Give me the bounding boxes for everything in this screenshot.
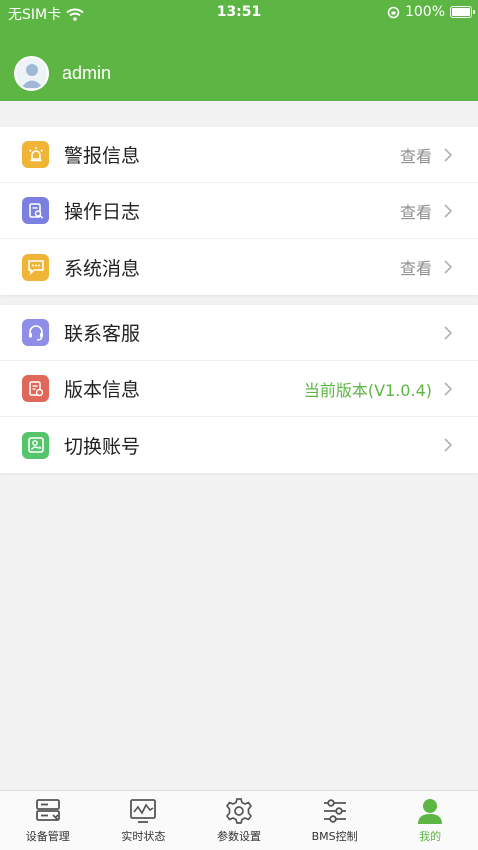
- sliders-icon: [320, 797, 350, 825]
- chevron-right-icon: [444, 382, 452, 396]
- menu-item-label: 切换账号: [64, 435, 141, 458]
- tab-mine[interactable]: 我的: [382, 791, 478, 850]
- menu-item-label: 版本信息: [64, 379, 141, 401]
- log-search-icon: [22, 197, 49, 224]
- headset-icon: [22, 319, 49, 346]
- gear-icon: [224, 797, 254, 825]
- menu-item-value: 查看: [399, 147, 432, 166]
- menu-item-version-info[interactable]: 版本信息 当前版本(V1.0.4): [0, 361, 478, 417]
- bottom-tab-bar: 设备管理 实时状态 参数设置 BMS控制 我的: [0, 790, 478, 850]
- menu-item-alarm-info[interactable]: 警报信息 查看: [0, 127, 478, 183]
- version-icon: [22, 375, 49, 402]
- user-icon: [415, 797, 445, 825]
- tab-label: 我的: [419, 830, 442, 843]
- menu-group-account: 联系客服 版本信息 当前版本(V1.0.4) 切换账号: [0, 305, 478, 473]
- menu-item-value: 查看: [399, 203, 432, 222]
- chevron-right-icon: [444, 326, 452, 340]
- menu-item-label: 操作日志: [64, 201, 141, 223]
- realtime-chart-icon: [128, 797, 158, 825]
- menu-item-label: 联系客服: [64, 323, 141, 345]
- chevron-right-icon: [444, 204, 452, 218]
- switch-user-icon: [22, 431, 49, 459]
- menu-item-label: 系统消息: [64, 257, 141, 280]
- tab-label: 参数设置: [216, 830, 261, 843]
- alarm-light-icon: [22, 141, 49, 168]
- menu-item-contact-support[interactable]: 联系客服: [0, 305, 478, 361]
- tab-parameter-settings[interactable]: 参数设置: [191, 791, 287, 850]
- menu-item-operation-log[interactable]: 操作日志 查看: [0, 183, 478, 239]
- version-value: 当前版本(V1.0.4): [303, 381, 432, 400]
- tab-device-management[interactable]: 设备管理: [0, 791, 96, 850]
- menu-group-notifications: 警报信息 查看 操作日志 查看 系统消息 查看: [0, 127, 478, 295]
- chevron-right-icon: [444, 438, 452, 452]
- avatar-person-icon: [20, 63, 43, 88]
- tab-realtime-status[interactable]: 实时状态: [96, 791, 192, 850]
- avatar[interactable]: [14, 56, 49, 91]
- battery-percent: 100%: [404, 4, 445, 20]
- tab-label: 实时状态: [121, 830, 166, 843]
- status-bar: 无SIM卡 13:51 100%: [0, 0, 478, 26]
- username: admin: [62, 63, 112, 83]
- message-icon: [22, 253, 49, 281]
- orientation-lock-icon: [387, 6, 400, 18]
- menu-item-value: 查看: [399, 259, 432, 278]
- battery-icon: [450, 6, 475, 18]
- chevron-right-icon: [444, 260, 452, 274]
- chevron-right-icon: [444, 148, 452, 162]
- profile-header: 无SIM卡 13:51 100% admin: [0, 0, 478, 101]
- device-icon: [33, 797, 63, 825]
- menu-item-label: 警报信息: [64, 145, 141, 167]
- tab-label: 设备管理: [25, 830, 70, 843]
- menu-item-switch-account[interactable]: 切换账号: [0, 417, 478, 473]
- tab-bms-control[interactable]: BMS控制: [287, 791, 383, 850]
- user-info[interactable]: admin: [14, 56, 111, 91]
- menu-item-system-messages[interactable]: 系统消息 查看: [0, 239, 478, 295]
- tab-label: BMS控制: [311, 830, 358, 843]
